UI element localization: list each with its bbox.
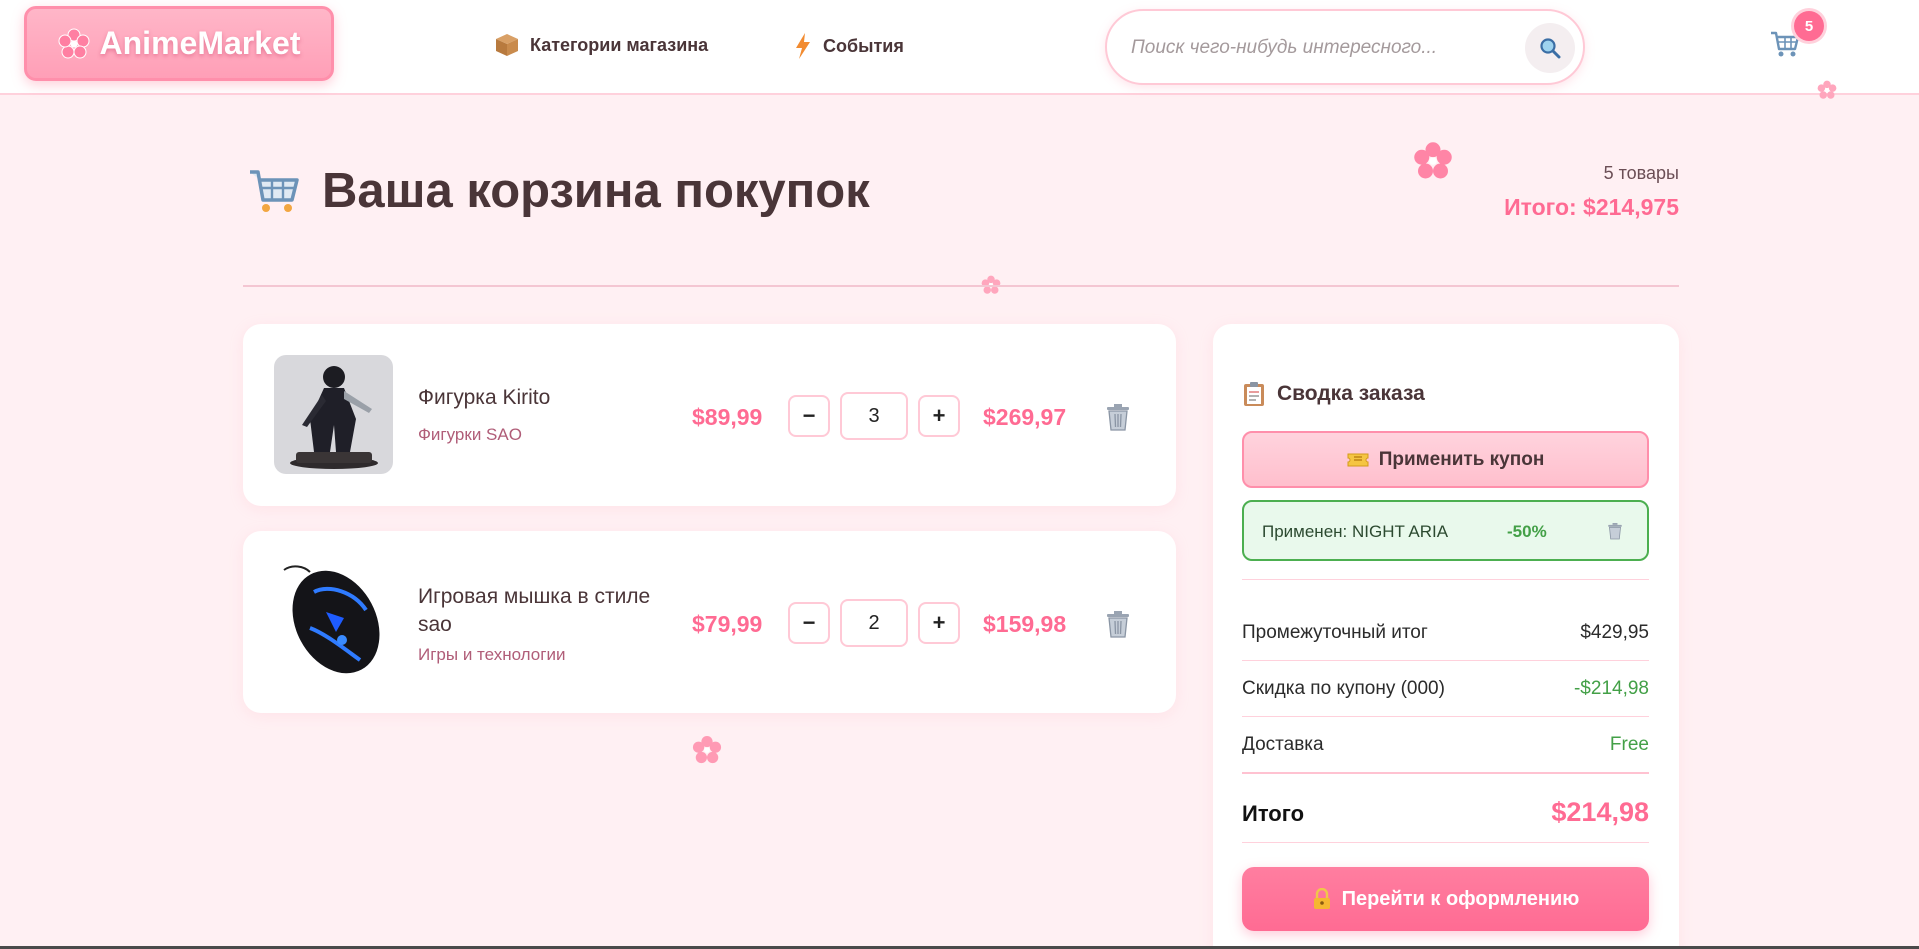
shipping-row: Доставка Free (1242, 734, 1649, 756)
search-input[interactable] (1131, 31, 1521, 65)
quantity-decrease-button[interactable]: − (788, 395, 830, 437)
nav-categories-label: Категории магазина (530, 34, 709, 55)
divider (1242, 716, 1649, 717)
lightning-icon (796, 33, 810, 59)
nav-events[interactable]: События (793, 32, 904, 60)
divider (1242, 579, 1649, 580)
clipboard-icon (1244, 382, 1264, 406)
subtotal-row: Промежуточный итог $429,95 (1242, 622, 1649, 644)
order-total-row: Итого $214,98 (1242, 797, 1649, 828)
cart-total-header: Итого: $214,975 (1504, 194, 1679, 220)
divider (1242, 660, 1649, 661)
cart-item-name[interactable]: Игровая мышка в стиле sao (418, 583, 688, 639)
coupon-discount-label: Скидка по купону (000) (1242, 678, 1445, 699)
quantity-input[interactable] (840, 599, 908, 647)
lock-icon (1313, 888, 1330, 909)
nav-events-label: События (823, 35, 904, 56)
search-icon (1540, 38, 1561, 59)
box-icon (496, 34, 518, 56)
cart-item-category: Игры и технологии (418, 645, 566, 664)
divider (243, 285, 1679, 287)
cart-item-price: $89,99 (692, 404, 763, 430)
cart-item: Фигурка Kirito Фигурки SAO $89,99 − + $2… (243, 324, 1176, 506)
applied-coupon-label: Применен: NIGHT ARIA (1262, 522, 1449, 541)
shopping-cart-icon (250, 170, 299, 212)
cart-items-count: 5 товары (1603, 163, 1679, 183)
applied-coupon-discount: -50% (1507, 522, 1547, 541)
cart-item-total: $159,98 (983, 611, 1067, 637)
trash-icon[interactable] (1105, 610, 1131, 638)
quantity-decrease-button[interactable]: − (788, 602, 830, 644)
sakura-decoration-icon (692, 735, 722, 764)
order-summary-panel: Сводка заказа Применить купон Применен: … (1213, 324, 1679, 949)
ticket-icon (1347, 453, 1369, 466)
coupon-discount-row: Скидка по купону (000) -$214,98 (1242, 678, 1649, 700)
remove-coupon-icon[interactable] (1607, 522, 1623, 540)
product-image-gaming-mouse[interactable] (274, 562, 393, 681)
nav-categories[interactable]: Категории магазина (494, 32, 708, 58)
search-bar (1105, 9, 1585, 85)
page-title-row: Ваша корзина покупок (248, 163, 870, 219)
sakura-decoration-icon (1817, 80, 1837, 99)
subtotal-label: Промежуточный итог (1242, 622, 1428, 643)
cart-count-badge: 5 (1794, 11, 1824, 41)
search-button[interactable] (1525, 23, 1575, 73)
order-summary-heading: Сводка заказа (1243, 381, 1425, 407)
cart-item-category: Фигурки SAO (418, 425, 522, 444)
sakura-decoration-icon (1414, 142, 1452, 179)
order-total-label: Итого (1242, 801, 1305, 826)
trash-icon[interactable] (1105, 403, 1131, 431)
divider (1242, 842, 1649, 843)
cart-item-price: $79,99 (692, 611, 763, 637)
shipping-label: Доставка (1242, 734, 1324, 755)
apply-coupon-label: Применить купон (1378, 448, 1545, 470)
logo[interactable]: AnimeMarket (24, 6, 334, 81)
coupon-discount-value: -$214,98 (1573, 678, 1649, 699)
logo-text: AnimeMarket (99, 25, 301, 61)
cart-item-total: $269,97 (983, 404, 1067, 430)
product-image-kirito-figure[interactable] (274, 355, 393, 474)
quantity-increase-button[interactable]: + (918, 602, 960, 644)
subtotal-value: $429,95 (1580, 622, 1649, 643)
sakura-icon (58, 28, 90, 58)
cart-item: Игровая мышка в стиле sao Игры и техноло… (243, 531, 1176, 713)
cart-item-name[interactable]: Фигурка Kirito (418, 384, 688, 412)
shipping-value: Free (1609, 734, 1649, 755)
order-total-value: $214,98 (1551, 797, 1649, 827)
applied-coupon-box: Применен: NIGHT ARIA -50% (1242, 500, 1649, 561)
checkout-label: Перейти к оформлению (1341, 887, 1580, 910)
quantity-input[interactable] (840, 392, 908, 440)
apply-coupon-button[interactable]: Применить купон (1242, 431, 1649, 488)
checkout-button[interactable]: Перейти к оформлению (1242, 867, 1649, 931)
order-summary-title: Сводка заказа (1277, 382, 1425, 405)
top-header: AnimeMarket Категории магазина События П… (0, 0, 1919, 95)
divider (1242, 772, 1649, 774)
page-title: Ваша корзина покупок (322, 164, 870, 218)
quantity-increase-button[interactable]: + (918, 395, 960, 437)
